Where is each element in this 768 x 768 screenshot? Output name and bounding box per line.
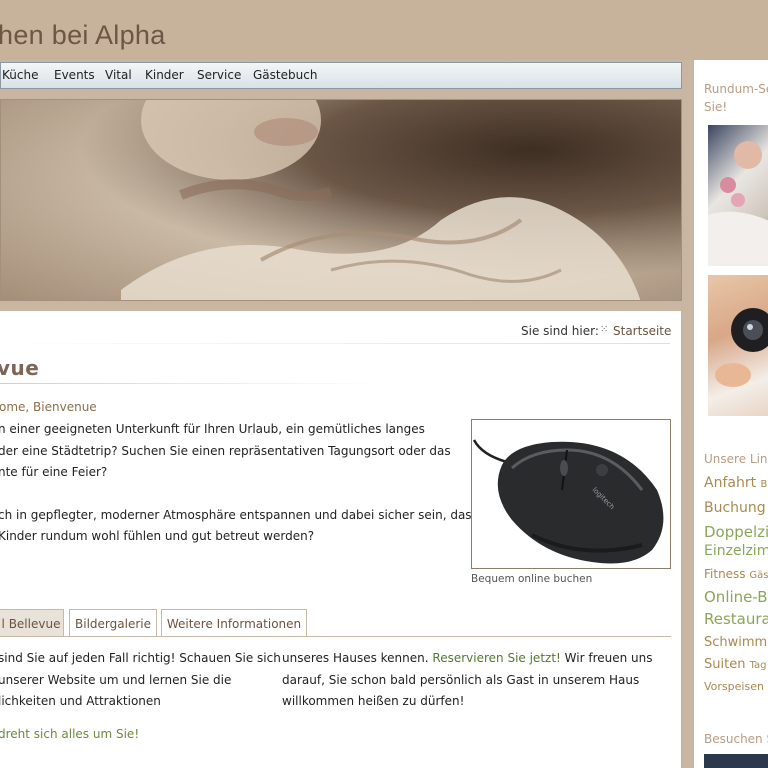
nav-item-vital[interactable]: Vital — [105, 68, 132, 82]
sidebar-heading-service: Rundum-Se Sie! — [704, 80, 768, 116]
body-text: unseres Hauses kennen. — [282, 651, 429, 665]
tagline: dreht sich alles um Sie! — [0, 727, 140, 741]
main-content: Sie sind hier: ⁙ Startseite vue ome, Bie… — [0, 311, 682, 768]
page-title: vue — [0, 356, 40, 380]
nav-item-kueche[interactable]: Küche — [2, 68, 38, 82]
sidebar-link-schwimmbad[interactable]: Schwimmb — [704, 635, 768, 650]
sidebar-link-anfahrt[interactable]: Anfahrt Ba — [704, 475, 768, 491]
hero-photo — [0, 99, 682, 301]
link-text-small: Gäst — [749, 570, 768, 581]
intro-line: nte für eine Feier? — [0, 465, 108, 480]
intro-line: n einer geeigneten Unterkunft für Ihren … — [0, 422, 425, 436]
body-line: darauf, Sie schon bald persönlich als Ga… — [282, 672, 640, 687]
nav-item-events[interactable]: Events — [54, 68, 95, 82]
tab-weitere-informationen[interactable]: Weitere Informationen — [161, 609, 307, 637]
computer-mouse-illustration: logitech — [472, 439, 664, 564]
sidebar-link-suiten[interactable]: Suiten Tag — [704, 657, 767, 672]
sidebar-link-buchung[interactable]: Buchung O — [704, 500, 768, 516]
site-header: hen bei Alpha — [0, 0, 768, 60]
wedding-illustration — [708, 141, 768, 266]
sidebar-heading-line: Rundum-Se — [704, 82, 768, 96]
body-line: sind Sie auf jeden Fall richtig! Schauen… — [0, 651, 281, 665]
tab-content-left-column: sind Sie auf jeden Fall richtig! Schauen… — [0, 648, 281, 713]
camera-illustration — [715, 308, 768, 387]
breadcrumb-divider — [0, 343, 670, 344]
intro-text: n einer geeigneten Unterkunft für Ihren … — [0, 419, 478, 569]
site-title: hen bei Alpha — [0, 20, 166, 50]
mouse-product-image[interactable]: logitech — [471, 419, 671, 569]
breadcrumb-label: Sie sind hier: — [521, 324, 599, 338]
tab-bildergalerie[interactable]: Bildergalerie — [69, 609, 157, 637]
nav-item-service[interactable]: Service — [197, 68, 241, 82]
nav-item-kinder[interactable]: Kinder — [145, 68, 184, 82]
link-text: Anfahrt — [704, 475, 757, 491]
body-line: lichkeiten und Attraktionen — [0, 694, 161, 709]
sidebar-link-online-buchung[interactable]: Online-Bu — [704, 588, 768, 606]
image-caption: Bequem online buchen — [471, 573, 593, 585]
sidebar-heading-links: Unsere Lin — [704, 452, 768, 466]
link-text: Fitness — [704, 567, 746, 581]
reserve-now-link[interactable]: Reservieren Sie jetzt! — [432, 651, 560, 665]
title-divider — [0, 383, 380, 384]
body-text: Wir freuen uns — [564, 651, 653, 665]
wedding-photo — [708, 125, 768, 266]
body-line: unserer Website um und lernen Sie die — [0, 672, 232, 687]
sidebar-social-image — [704, 754, 768, 768]
tab-hotel-bellevue[interactable]: l Bellevue — [0, 609, 64, 637]
breadcrumb-home-link[interactable]: Startseite — [613, 324, 671, 338]
link-text-small: Tag — [749, 660, 767, 671]
sidebar-link-einzelzimmer[interactable]: Einzelzimn — [704, 543, 768, 559]
hero-illustration — [121, 100, 641, 300]
welcome-subheading: ome, Bienvenue — [0, 400, 97, 414]
right-sidebar: Rundum-Se Sie! Unsere Lin Anfahrt Ba Buc… — [693, 60, 768, 768]
intro-line: der eine Städtetrip? Suchen Sie einen re… — [0, 443, 451, 458]
sidebar-link-doppelzimmer[interactable]: Doppelzin — [704, 523, 768, 541]
tab-content-right-column: unseres Hauses kennen. Reservieren Sie j… — [282, 648, 653, 713]
tabs-divider — [0, 636, 671, 637]
sidebar-link-fitness[interactable]: Fitness Gäst — [704, 567, 768, 581]
intro-line: Kinder rundum wohl fühlen und gut betreu… — [0, 529, 315, 544]
intro-line: ch in gepflegter, moderner Atmosphäre en… — [0, 507, 478, 522]
link-text-small: Ba — [760, 479, 768, 490]
breadcrumb-dots-icon: ⁙ — [600, 324, 609, 335]
sidebar-heading-line: Sie! — [704, 100, 728, 114]
body-line: willkommen heißen zu dürfen! — [282, 694, 465, 709]
sidebar-heading-visit: Besuchen S — [704, 732, 768, 746]
sidebar-link-vorspeisen[interactable]: Vorspeisen — [704, 680, 764, 693]
sidebar-link-restaurant[interactable]: Restaura — [704, 610, 768, 628]
link-text: Suiten — [704, 657, 746, 672]
nav-item-gaestebuch[interactable]: Gästebuch — [253, 68, 317, 82]
party-photo — [708, 275, 768, 416]
main-navigation: Küche Events Vital Kinder Service Gästeb… — [0, 62, 682, 89]
